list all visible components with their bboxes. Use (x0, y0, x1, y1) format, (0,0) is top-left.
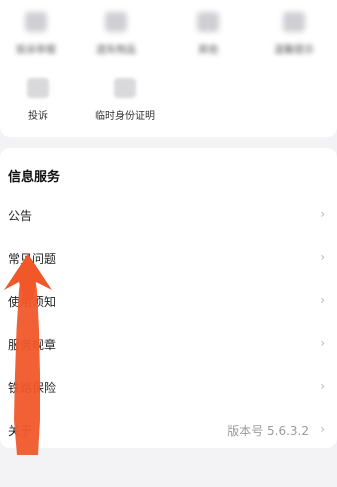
grid-item-lost-items[interactable]: 遗失物品 (80, 12, 152, 56)
chevron-right-icon: › (320, 336, 325, 350)
complaint-icon (27, 78, 49, 98)
services-grid-card: 投诉举报 遗失物品 其他 温馨提示 投诉 临时身份证明 (0, 0, 337, 137)
row-label: 关于 (8, 424, 33, 438)
row-label: 服务规章 (8, 338, 57, 352)
section-title: 信息服务 (8, 170, 61, 185)
chevron-right-icon: › (320, 250, 325, 264)
bag-icon (105, 12, 127, 32)
grid-item-label: 临时身份证明 (95, 111, 155, 122)
grid-item-complaint-report[interactable]: 投诉举报 (0, 12, 72, 56)
row-about[interactable]: 关于 版本号 5.6.3.2 › (0, 409, 337, 452)
row-service-rules[interactable]: 服务规章 › (0, 323, 337, 366)
chevron-right-icon: › (320, 379, 325, 393)
document-icon (25, 12, 47, 32)
grid-item-label: 温馨提示 (274, 45, 314, 56)
row-railway-insurance[interactable]: 铁路保险 › (0, 366, 337, 409)
row-label: 使用须知 (8, 295, 57, 309)
version-number: 版本号 5.6.3.2 (227, 424, 309, 438)
grid-item-temporary-id[interactable]: 临时身份证明 (86, 78, 164, 122)
bell-icon (283, 12, 305, 32)
grid-item-complaint[interactable]: 投诉 (2, 78, 74, 122)
grid-item-other[interactable]: 其他 (172, 12, 244, 56)
id-card-icon (114, 78, 136, 98)
chevron-right-icon: › (320, 422, 325, 436)
row-label: 铁路保险 (8, 381, 57, 395)
info-services-card: 信息服务 公告 › 常见问题 › 使用须知 › 服务规章 › 铁路保险 › 关于… (0, 148, 337, 448)
grid-item-label: 其他 (198, 45, 218, 56)
chevron-right-icon: › (320, 207, 325, 221)
box-icon (197, 12, 219, 32)
row-label: 常见问题 (8, 252, 57, 266)
grid-item-label: 投诉举报 (16, 45, 56, 56)
grid-item-label: 投诉 (28, 111, 48, 122)
row-announcement[interactable]: 公告 › (0, 194, 337, 237)
row-label: 公告 (8, 209, 33, 223)
bottom-background (0, 455, 337, 487)
chevron-right-icon: › (320, 293, 325, 307)
row-usage-notice[interactable]: 使用须知 › (0, 280, 337, 323)
grid-item-tips[interactable]: 温馨提示 (258, 12, 330, 56)
grid-item-label: 遗失物品 (96, 45, 136, 56)
row-faq[interactable]: 常见问题 › (0, 237, 337, 280)
